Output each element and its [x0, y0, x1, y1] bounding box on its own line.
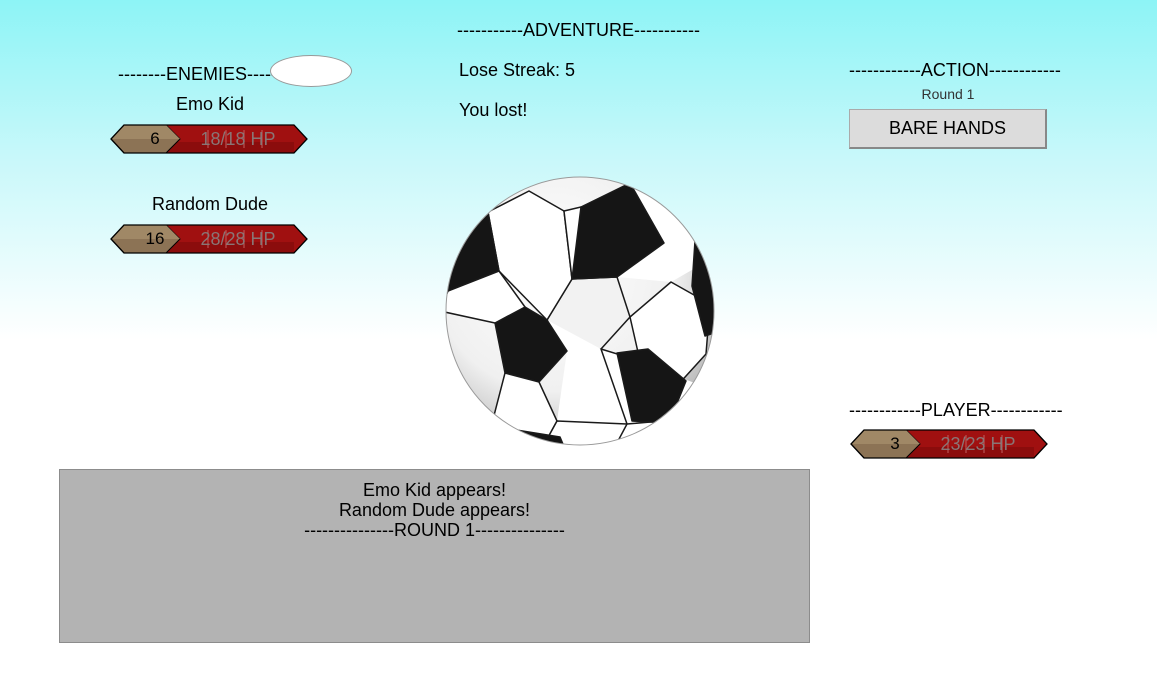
enemy-level: 6: [150, 129, 160, 148]
bare-hands-button[interactable]: BARE HANDS: [849, 109, 1047, 149]
player-hp-text: 23/23 HP: [940, 434, 1016, 454]
player-level: 3: [890, 434, 900, 453]
adventure-title: -----------ADVENTURE-----------: [457, 20, 700, 40]
enemy-name-emo-kid[interactable]: Emo Kid: [110, 94, 310, 115]
round-label: Round 1: [921, 86, 975, 102]
log-line: ---------------ROUND 1---------------: [304, 520, 565, 540]
enemy-target-marker: [270, 55, 352, 87]
lose-streak: Lose Streak: 5: [459, 60, 576, 80]
log-line: Random Dude appears!: [338, 500, 531, 520]
enemies-header: --------ENEMIES--------: [118, 64, 295, 84]
enemy-health-bar[interactable]: 16 28/28 HP: [110, 224, 308, 254]
enemy-name-random-dude[interactable]: Random Dude: [110, 194, 310, 215]
battle-result: You lost!: [459, 100, 528, 120]
action-header: ------------ACTION------------: [849, 60, 1061, 80]
log-line: Emo Kid appears!: [362, 480, 507, 500]
player-health-bar: 3 23/23 HP: [850, 429, 1048, 459]
enemy-hp-text: 28/28 HP: [200, 229, 276, 249]
player-header: ------------PLAYER------------: [849, 400, 1063, 420]
soccer-ball-icon: [445, 176, 715, 446]
enemy-hp-text: 18/18 HP: [200, 129, 276, 149]
enemy-level: 16: [145, 229, 165, 248]
enemy-health-bar[interactable]: 6 18/18 HP: [110, 124, 308, 154]
battle-log: Emo Kid appears! Random Dude appears! --…: [59, 469, 810, 643]
